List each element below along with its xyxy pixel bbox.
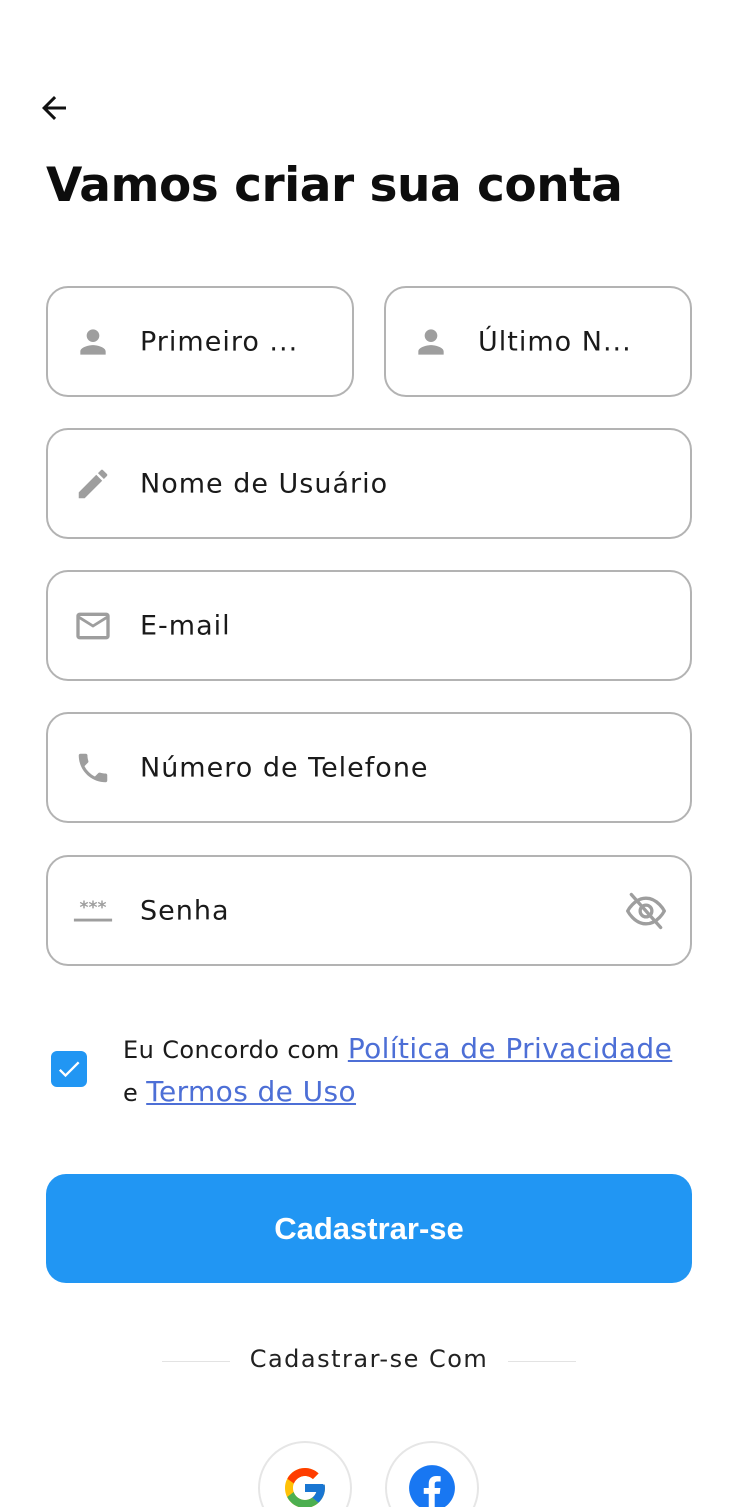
agreement-text: Eu Concordo com Política de Privacidade … — [123, 1028, 733, 1114]
person-icon — [410, 321, 452, 363]
google-icon — [285, 1468, 325, 1507]
pencil-icon — [72, 463, 114, 505]
password-placeholder: Senha — [140, 895, 230, 926]
first-name-field[interactable]: Primeiro ... — [46, 286, 354, 397]
email-placeholder: E-mail — [140, 610, 231, 641]
svg-text:***: *** — [80, 897, 107, 917]
agreement-connector: e — [123, 1079, 147, 1107]
username-field[interactable]: Nome de Usuário — [46, 428, 692, 539]
last-name-placeholder: Último N... — [478, 326, 632, 357]
signup-screen: Vamos criar sua conta Primeiro ... Últim… — [0, 0, 738, 1507]
signup-button-label: Cadastrar-se — [274, 1210, 464, 1246]
terms-of-use-link[interactable]: Termos de Uso — [146, 1075, 356, 1108]
phone-icon — [72, 747, 114, 789]
check-icon — [58, 1061, 80, 1078]
agree-checkbox[interactable] — [51, 1051, 87, 1087]
signup-button[interactable]: Cadastrar-se — [46, 1174, 692, 1283]
arrow-left-icon — [42, 96, 66, 120]
privacy-policy-link[interactable]: Política de Privacidade — [348, 1032, 672, 1065]
facebook-signup-button[interactable] — [385, 1441, 479, 1507]
page-title: Vamos criar sua conta — [46, 158, 623, 213]
password-field[interactable]: *** Senha — [46, 855, 692, 966]
last-name-field[interactable]: Último N... — [384, 286, 692, 397]
mail-icon — [72, 605, 114, 647]
username-placeholder: Nome de Usuário — [140, 468, 389, 499]
first-name-placeholder: Primeiro ... — [140, 326, 299, 357]
back-button[interactable] — [32, 86, 76, 130]
password-mask-icon: *** — [72, 890, 114, 932]
signup-with-label: Cadastrar-se Com — [249, 1345, 489, 1373]
phone-field[interactable]: Número de Telefone — [46, 712, 692, 823]
agreement-prefix: Eu Concordo com — [123, 1036, 348, 1064]
person-icon — [72, 321, 114, 363]
phone-placeholder: Número de Telefone — [140, 752, 429, 783]
facebook-icon — [409, 1465, 455, 1507]
eye-off-icon[interactable] — [622, 887, 670, 935]
google-signup-button[interactable] — [258, 1441, 352, 1507]
email-field[interactable]: E-mail — [46, 570, 692, 681]
